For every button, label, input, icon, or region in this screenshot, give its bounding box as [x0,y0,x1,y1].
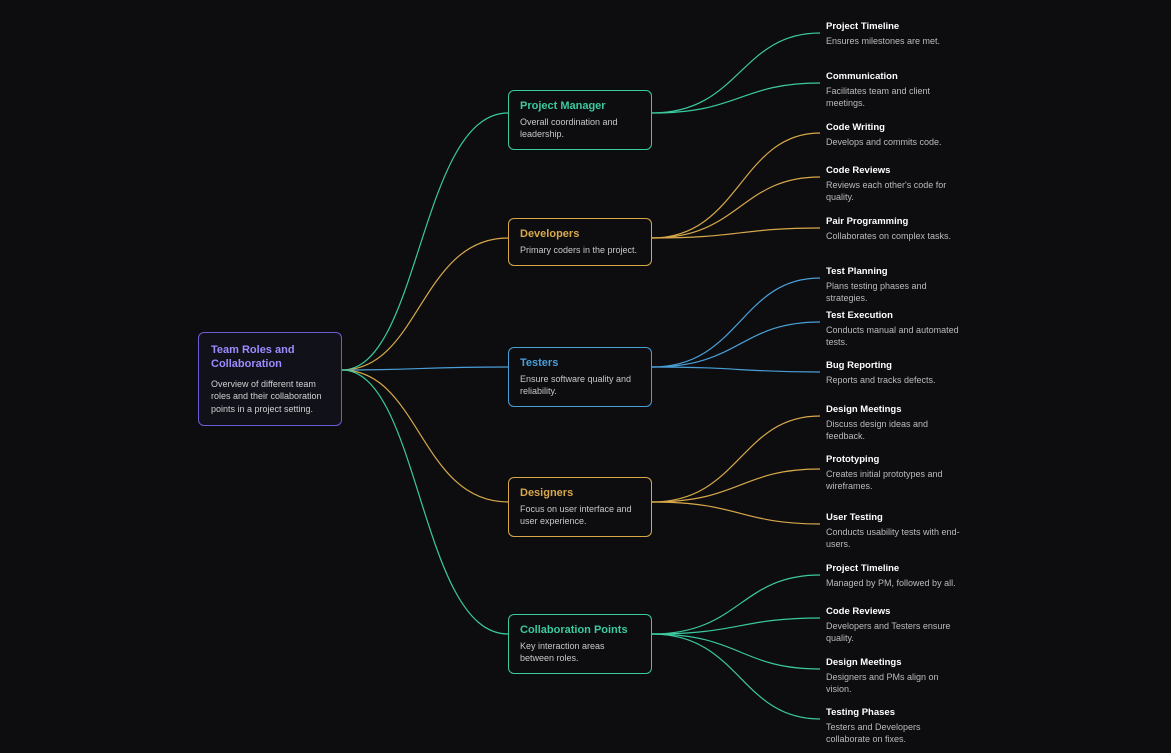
branch-collaboration-points[interactable]: Collaboration Points Key interaction are… [508,614,652,674]
leaf-desc: Develops and commits code. [826,136,966,148]
root-desc: Overview of different team roles and the… [211,378,329,416]
leaf-desc: Managed by PM, followed by all. [826,577,966,589]
branch-title: Project Manager [520,100,640,112]
leaf-title: Prototyping [826,454,966,465]
leaf-title: Code Reviews [826,606,966,617]
root-title: Team Roles and Collaboration [211,343,329,372]
leaf-desc: Creates initial prototypes and wireframe… [826,468,966,492]
leaf-desc: Discuss design ideas and feedback. [826,418,966,442]
leaf-title: Communication [826,71,966,82]
branch-desc: Focus on user interface and user experie… [520,503,640,527]
leaf-title: Testing Phases [826,707,966,718]
leaf-node[interactable]: Project Timeline Ensures milestones are m… [826,21,966,47]
leaf-title: User Testing [826,512,966,523]
leaf-node[interactable]: Bug Reporting Reports and tracks defects. [826,360,966,386]
branch-title: Collaboration Points [520,624,640,636]
leaf-title: Design Meetings [826,657,966,668]
leaf-desc: Developers and Testers ensure quality. [826,620,966,644]
leaf-desc: Collaborates on complex tasks. [826,230,966,242]
branch-testers[interactable]: Testers Ensure software quality and reli… [508,347,652,407]
leaf-desc: Designers and PMs align on vision. [826,671,966,695]
leaf-title: Code Writing [826,122,966,133]
leaf-node[interactable]: User Testing Conducts usability tests wit… [826,512,966,550]
leaf-desc: Conducts manual and automated tests. [826,324,966,348]
branch-desc: Overall coordination and leadership. [520,116,640,140]
root-node[interactable]: Team Roles and Collaboration Overview of… [198,332,342,426]
leaf-node[interactable]: Code Writing Develops and commits code. [826,122,966,148]
leaf-node[interactable]: Pair Programming Collaborates on complex … [826,216,966,242]
leaf-node[interactable]: Code Reviews Reviews each other's code fo… [826,165,966,203]
leaf-node[interactable]: Test Planning Plans testing phases and st… [826,266,966,304]
branch-title: Designers [520,487,640,499]
leaf-desc: Facilitates team and client meetings. [826,85,966,109]
leaf-node[interactable]: Design Meetings Discuss design ideas and … [826,404,966,442]
branch-designers[interactable]: Designers Focus on user interface and us… [508,477,652,537]
leaf-desc: Testers and Developers collaborate on fi… [826,721,966,745]
leaf-desc: Conducts usability tests with end-users. [826,526,966,550]
leaf-desc: Plans testing phases and strategies. [826,280,966,304]
branch-desc: Ensure software quality and reliability. [520,373,640,397]
leaf-title: Bug Reporting [826,360,966,371]
leaf-node[interactable]: Communication Facilitates team and client… [826,71,966,109]
branch-title: Developers [520,228,640,240]
leaf-node[interactable]: Test Execution Conducts manual and automa… [826,310,966,348]
leaf-node[interactable]: Project Timeline Managed by PM, followed … [826,563,966,589]
leaf-title: Project Timeline [826,21,966,32]
leaf-node[interactable]: Prototyping Creates initial prototypes an… [826,454,966,492]
leaf-title: Test Execution [826,310,966,321]
branch-desc: Key interaction areas between roles. [520,640,640,664]
leaf-node[interactable]: Code Reviews Developers and Testers ensur… [826,606,966,644]
leaf-node[interactable]: Design Meetings Designers and PMs align o… [826,657,966,695]
branch-title: Testers [520,357,640,369]
leaf-title: Test Planning [826,266,966,277]
leaf-node[interactable]: Testing Phases Testers and Developers col… [826,707,966,745]
leaf-desc: Reports and tracks defects. [826,374,966,386]
leaf-desc: Ensures milestones are met. [826,35,966,47]
branch-developers[interactable]: Developers Primary coders in the project… [508,218,652,266]
mindmap-canvas[interactable]: Team Roles and Collaboration Overview of… [0,0,1171,753]
leaf-title: Code Reviews [826,165,966,176]
leaf-desc: Reviews each other's code for quality. [826,179,966,203]
branch-desc: Primary coders in the project. [520,244,640,256]
leaf-title: Project Timeline [826,563,966,574]
branch-project-manager[interactable]: Project Manager Overall coordination and… [508,90,652,150]
leaf-title: Design Meetings [826,404,966,415]
leaf-title: Pair Programming [826,216,966,227]
